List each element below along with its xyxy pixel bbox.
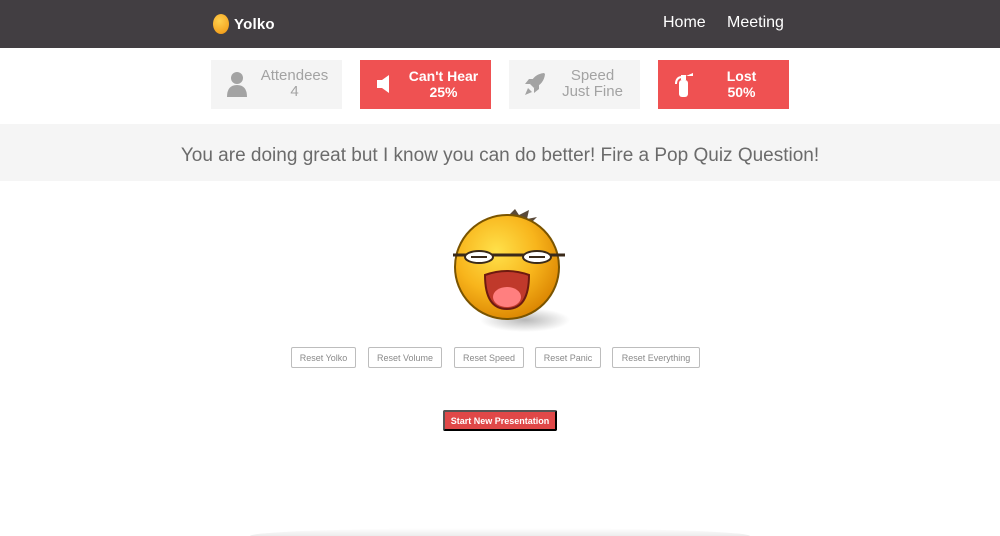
stat-value: 25%	[429, 84, 458, 100]
nav-meeting-link[interactable]: Meeting	[727, 14, 784, 34]
stat-value: 4	[290, 83, 299, 100]
start-new-presentation-button[interactable]: Start New Presentation	[443, 410, 557, 431]
reset-speed-button[interactable]: Reset Speed	[454, 347, 524, 368]
stat-lost: Lost 50%	[658, 60, 789, 109]
egg-logo-icon	[213, 14, 229, 34]
yolko-mascot-emoji	[453, 209, 570, 332]
stat-attendees: Attendees 4	[211, 60, 342, 109]
nav-home-link[interactable]: Home	[663, 14, 706, 34]
stat-title: Attendees	[260, 67, 329, 84]
stat-cant-hear: Can't Hear 25%	[360, 60, 491, 109]
reset-volume-button[interactable]: Reset Volume	[368, 347, 442, 368]
brand-logo[interactable]: Yolko	[213, 13, 275, 35]
reset-everything-button[interactable]: Reset Everything	[612, 347, 700, 368]
reset-yolko-button[interactable]: Reset Yolko	[291, 347, 356, 368]
stat-title: Speed	[570, 67, 615, 84]
top-navbar: Yolko Home Meeting	[0, 0, 1000, 48]
stat-title: Can't Hear	[408, 68, 479, 84]
bottom-panel-edge	[250, 528, 750, 536]
stat-title: Lost	[726, 68, 757, 84]
brand-name: Yolko	[234, 15, 275, 33]
stat-speed: Speed Just Fine	[509, 60, 640, 109]
banner-message: You are doing great but I know you can d…	[180, 145, 820, 166]
stat-value: 50%	[727, 84, 756, 100]
reset-panic-button[interactable]: Reset Panic	[535, 347, 601, 368]
stat-value: Just Fine	[562, 83, 623, 100]
